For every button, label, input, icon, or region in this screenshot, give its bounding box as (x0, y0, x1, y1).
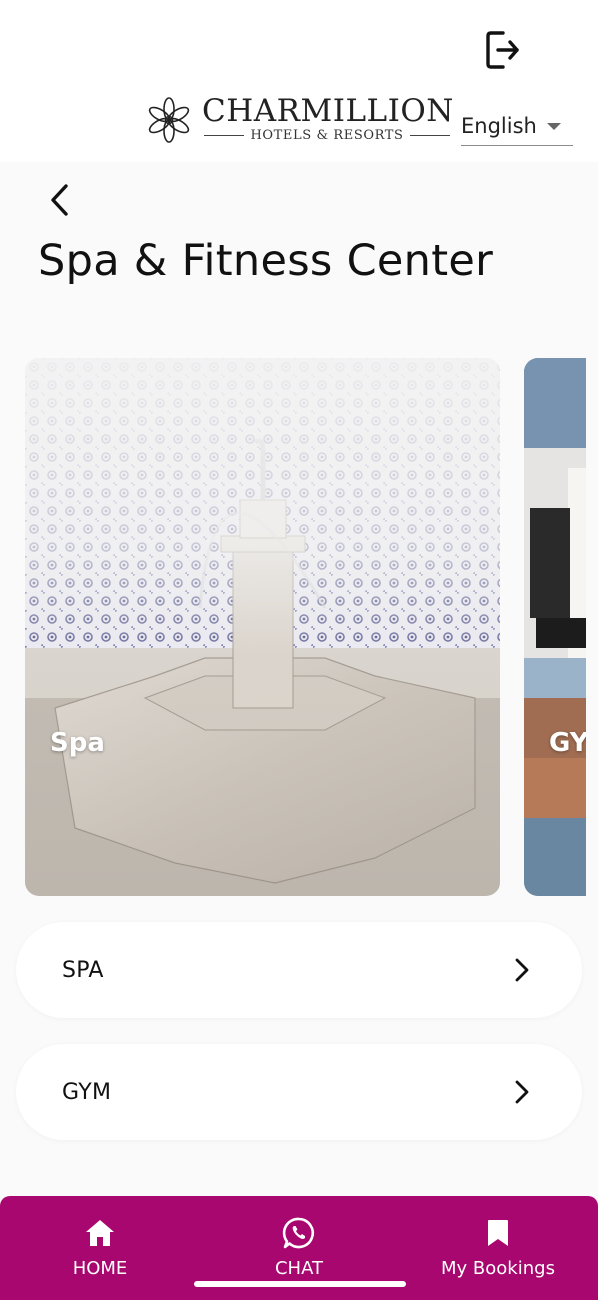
carousel-card-spa[interactable]: Spa (25, 358, 500, 896)
carousel-card-gym[interactable]: GYM (524, 358, 586, 896)
card-label: GYM (549, 728, 586, 758)
whatsapp-icon (282, 1216, 316, 1250)
card-label: Spa (50, 728, 105, 758)
brand-name: CHARMILLION (202, 93, 454, 129)
spa-hammam-image (25, 358, 500, 896)
brand-subtitle: HOTELS & RESORTS (250, 127, 404, 143)
divider (204, 134, 245, 136)
nav-label: HOME (72, 1258, 128, 1279)
list-item-gym[interactable]: GYM (16, 1044, 582, 1140)
page-title: Spa & Fitness Center (38, 236, 494, 286)
lotus-logo-icon (148, 97, 190, 143)
list-item-label: SPA (62, 957, 104, 983)
nav-label: My Bookings (441, 1258, 555, 1279)
bookmark-icon (481, 1216, 515, 1250)
list-item-spa[interactable]: SPA (16, 922, 582, 1018)
image-carousel[interactable]: Spa GYM (0, 358, 586, 898)
caret-down-icon (547, 123, 561, 130)
back-button[interactable] (34, 174, 86, 226)
app-header: CHARMILLION HOTELS & RESORTS English (0, 0, 598, 162)
logout-icon (486, 31, 519, 69)
language-select[interactable]: English (461, 106, 573, 146)
chevron-right-icon (515, 958, 529, 982)
brand-subtitle-row: HOTELS & RESORTS (204, 127, 451, 143)
home-indicator[interactable] (194, 1281, 406, 1287)
nav-my-bookings[interactable]: My Bookings (428, 1196, 568, 1300)
logout-button[interactable] (480, 26, 524, 74)
nav-home[interactable]: HOME (50, 1196, 150, 1300)
divider (409, 134, 451, 136)
brand-logo: CHARMILLION HOTELS & RESORTS (144, 94, 453, 146)
nav-label: CHAT (274, 1258, 323, 1279)
chevron-right-icon (515, 1080, 529, 1104)
home-icon (83, 1216, 117, 1250)
language-value: English (461, 113, 537, 138)
list-item-label: GYM (62, 1079, 112, 1105)
chevron-left-icon (51, 184, 68, 216)
gym-image (524, 358, 586, 896)
